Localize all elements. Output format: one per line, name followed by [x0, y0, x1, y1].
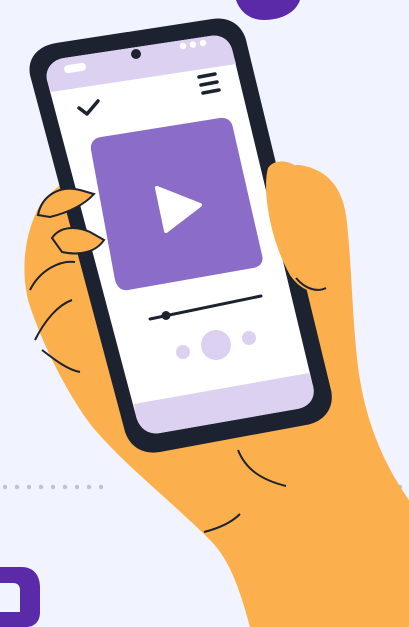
progress-handle[interactable]	[161, 311, 171, 320]
previous-button[interactable]	[176, 345, 190, 359]
play-pause-button[interactable]	[201, 330, 231, 360]
next-button[interactable]	[242, 331, 256, 345]
dotted-divider-left	[2, 484, 104, 490]
hand-phone-illustration	[0, 0, 409, 627]
top-brand-fragment	[236, 0, 300, 20]
illustration-stage	[0, 0, 409, 627]
bottom-brand-fragment	[0, 567, 40, 627]
camera-icon	[131, 49, 141, 59]
